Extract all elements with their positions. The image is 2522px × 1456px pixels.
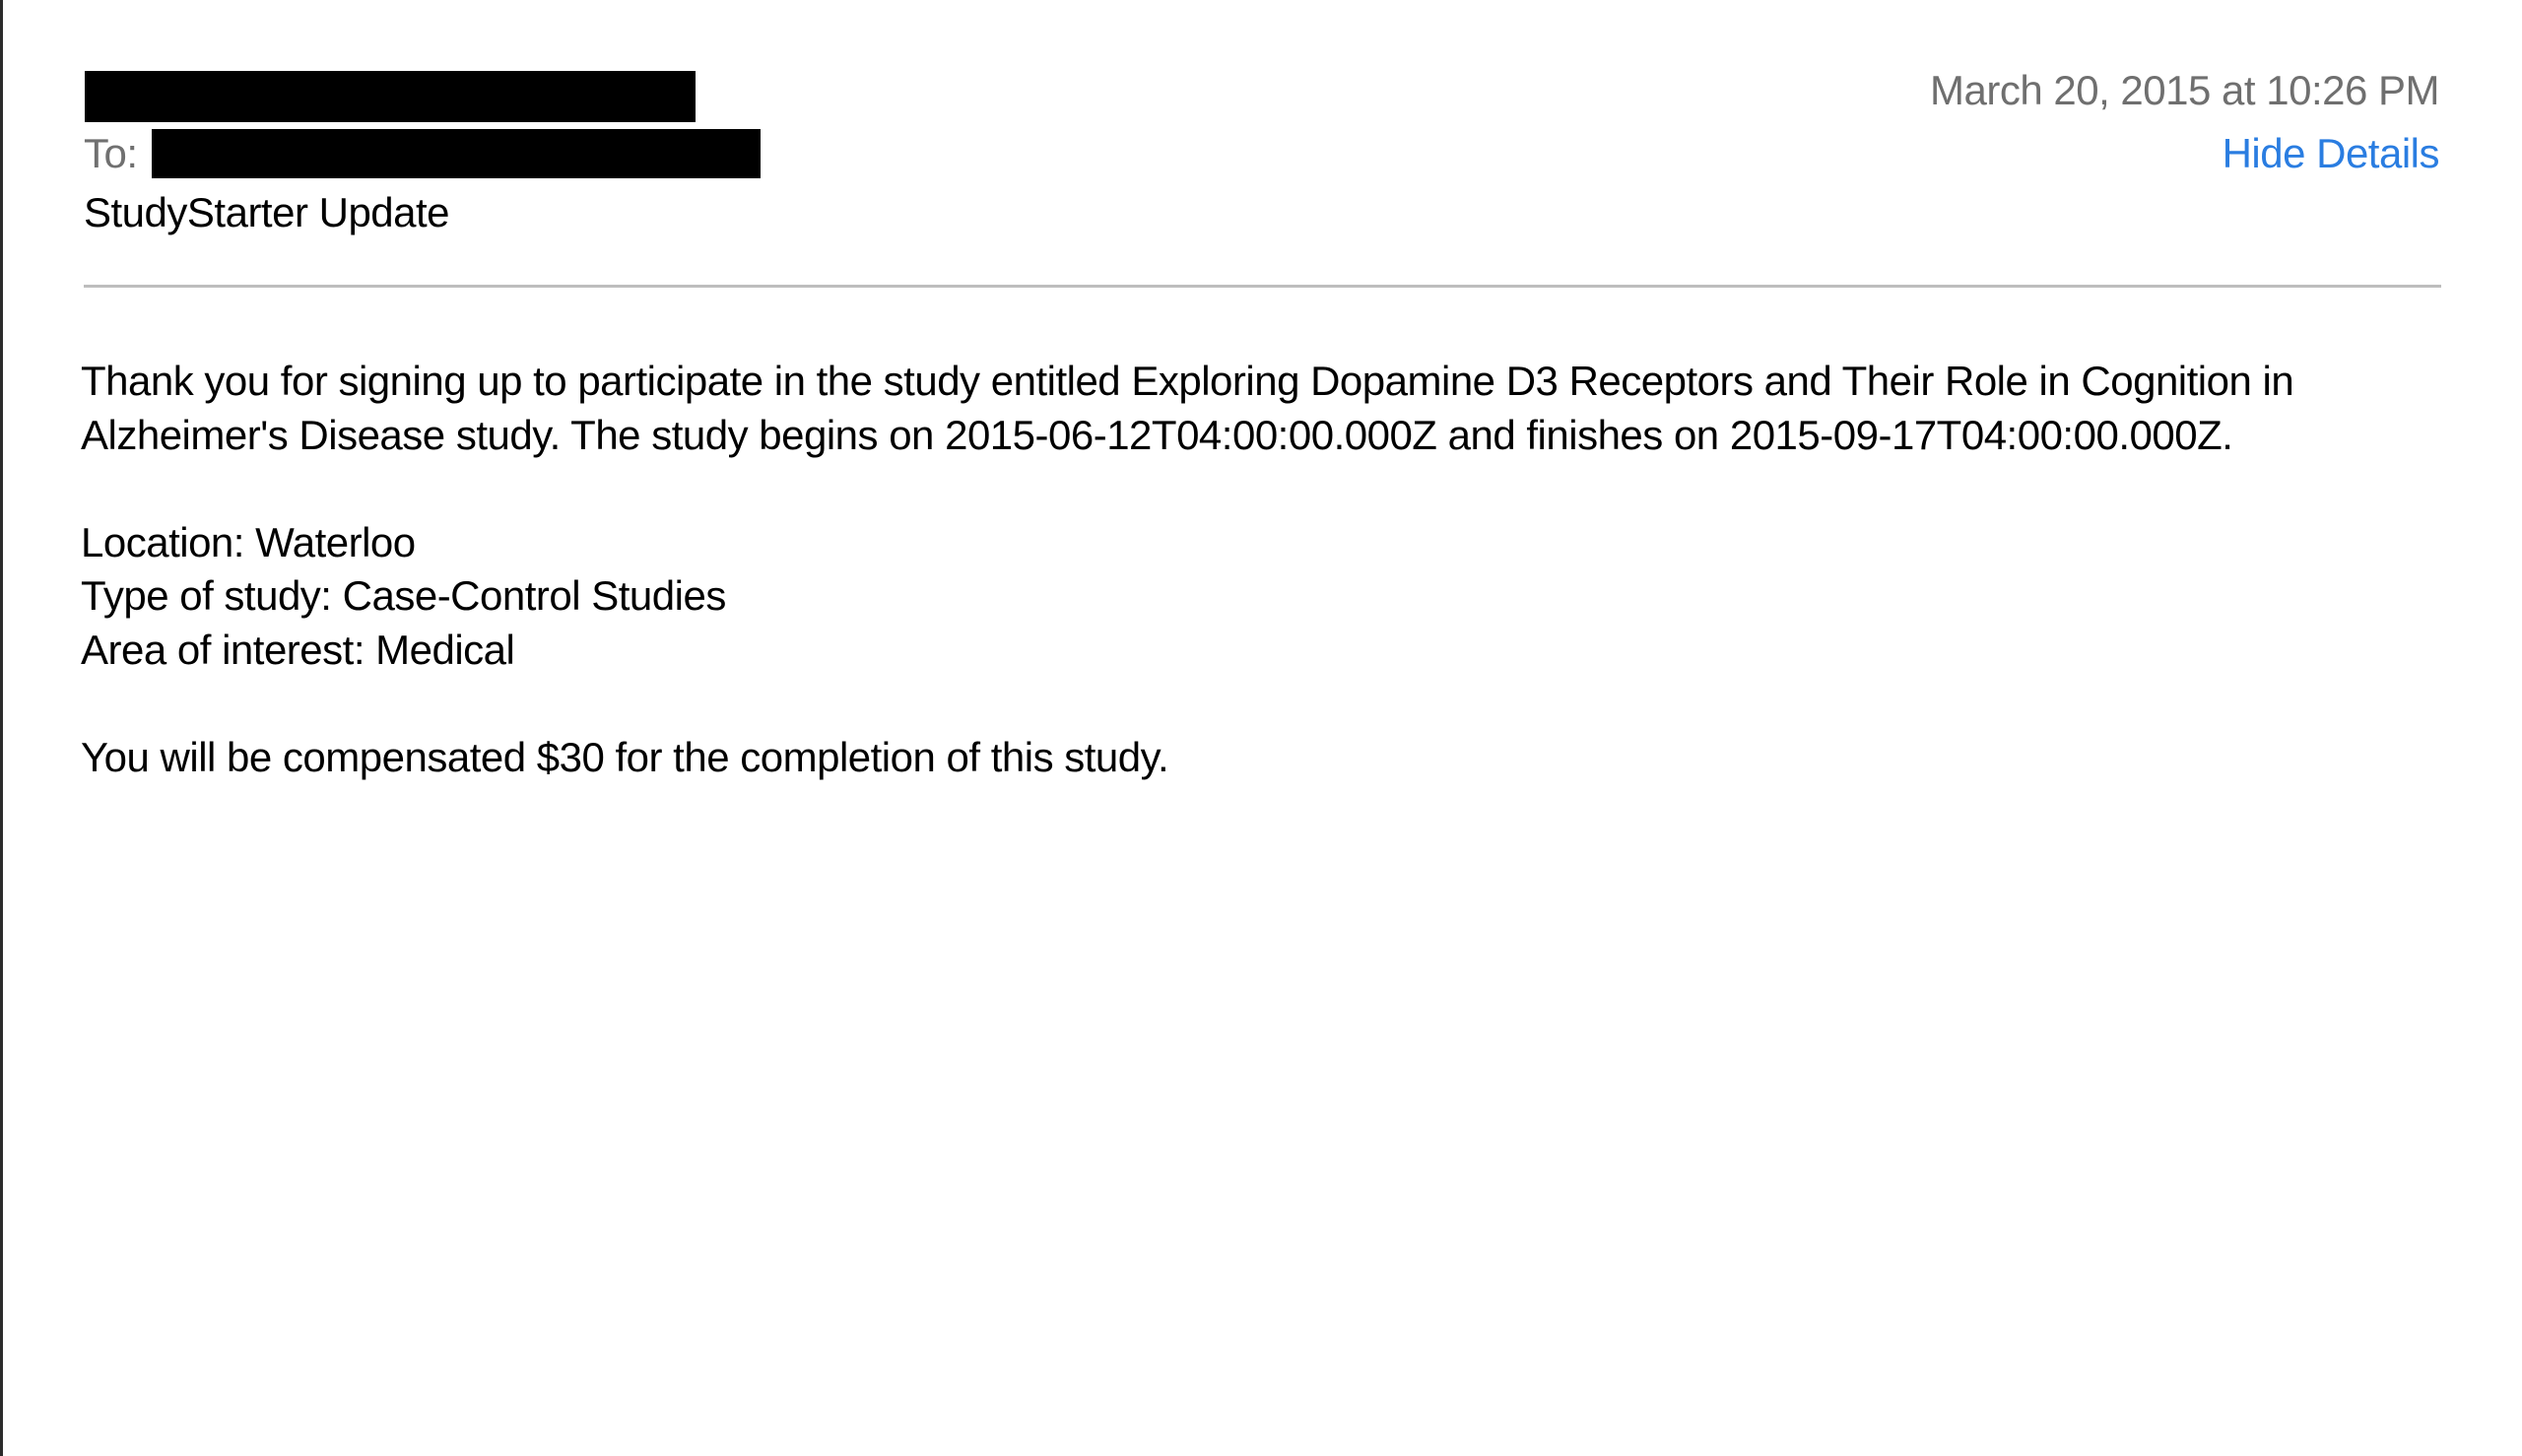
- header-divider: [84, 285, 2441, 288]
- compensation-note: You will be compensated $30 for the comp…: [81, 733, 1169, 780]
- study-type: Type of study: Case-Control Studies: [81, 572, 726, 619]
- window-edge: [0, 0, 3, 1456]
- study-area-of-interest: Area of interest: Medical: [81, 626, 515, 673]
- hide-details-link[interactable]: Hide Details: [2223, 128, 2440, 179]
- intro-line-2: Alzheimer's Disease study. The study beg…: [81, 411, 2233, 458]
- recipient-redaction: [151, 129, 761, 178]
- recipient-row: To:: [84, 128, 761, 179]
- email-date: March 20, 2015 at 10:26 PM: [1930, 67, 2439, 113]
- sender-redaction: [85, 71, 696, 122]
- to-label: To:: [84, 130, 138, 176]
- study-location: Location: Waterloo: [81, 518, 416, 565]
- email-body: Thank you for signing up to participate …: [81, 355, 2445, 784]
- email-subject: StudyStarter Update: [84, 189, 450, 235]
- intro-line-1: Thank you for signing up to participate …: [81, 358, 2294, 404]
